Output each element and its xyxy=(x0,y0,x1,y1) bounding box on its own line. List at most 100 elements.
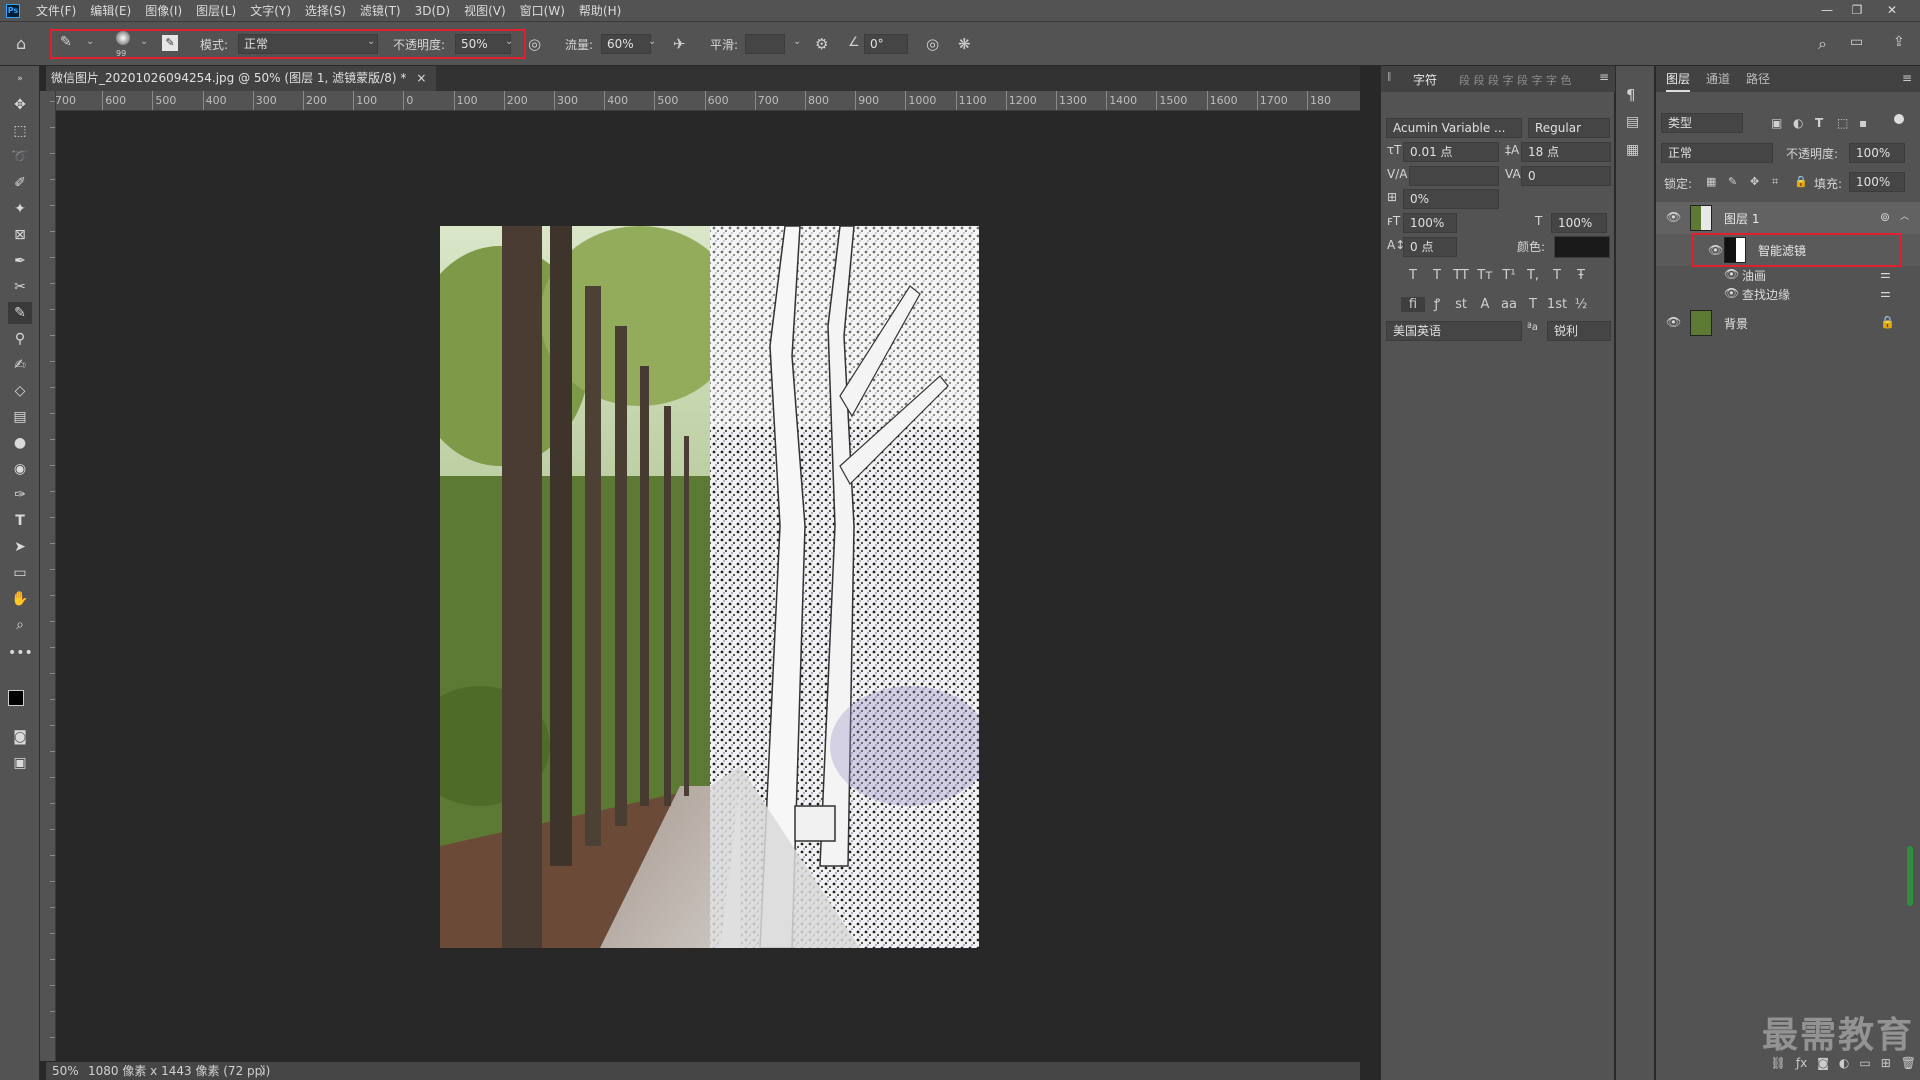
link-layers-icon[interactable]: ⛓ xyxy=(1771,1056,1786,1076)
smoothing-input[interactable] xyxy=(745,34,785,54)
menu-window[interactable]: 窗口(W) xyxy=(513,2,572,19)
eye-icon[interactable]: 👁 xyxy=(1666,210,1681,224)
baseline-shift-input[interactable]: 0 点 xyxy=(1403,237,1457,257)
paragraph-icon[interactable]: ¶ xyxy=(1626,86,1636,104)
eye-icon[interactable]: 👁 xyxy=(1666,315,1681,329)
kerning-input[interactable] xyxy=(1409,166,1499,186)
stylistic-alternates-button[interactable]: st xyxy=(1449,297,1473,312)
filter-type-icon[interactable]: T xyxy=(1815,116,1823,130)
small-caps-button[interactable]: Tт xyxy=(1473,268,1497,283)
tsume-input[interactable]: 0% xyxy=(1403,189,1499,209)
titling-alternates-button[interactable]: aa xyxy=(1497,297,1521,312)
anti-alias-select[interactable]: 锐利 xyxy=(1547,321,1611,341)
new-group-icon[interactable]: ▭ xyxy=(1859,1056,1870,1076)
faux-italic-button[interactable]: T xyxy=(1425,268,1449,283)
chevron-up-icon[interactable]: ︿ xyxy=(1900,209,1909,222)
language-select[interactable]: 美国英语 xyxy=(1386,321,1522,341)
brush-tool-icon[interactable]: ✎ xyxy=(60,34,72,50)
filter-options-icon[interactable]: ⚌ xyxy=(1880,286,1891,300)
eyedropper-tool-icon[interactable]: ✒ xyxy=(8,250,32,272)
layer-row[interactable]: 👁 背景 🔒 xyxy=(1656,307,1920,339)
filter-row[interactable]: 👁 油画 ⚌ xyxy=(1656,266,1920,284)
menu-help[interactable]: 帮助(H) xyxy=(572,2,628,19)
quick-mask-icon[interactable]: ◙ xyxy=(8,726,32,748)
marquee-tool-icon[interactable]: ⬚ xyxy=(8,120,32,142)
zoom-tool-icon[interactable]: ⌕ xyxy=(8,614,32,636)
filter-pixel-icon[interactable]: ▣ xyxy=(1771,116,1782,130)
minimize-icon[interactable]: — xyxy=(1813,0,1841,21)
ornaments-button[interactable]: T xyxy=(1521,297,1545,312)
superscript-button[interactable]: T¹ xyxy=(1497,268,1521,283)
faux-bold-button[interactable]: T xyxy=(1401,268,1425,283)
lock-artboard-icon[interactable]: ⌗ xyxy=(1772,175,1778,189)
lock-all-icon[interactable]: 🔒 xyxy=(1794,175,1808,188)
blur-tool-icon[interactable]: ● xyxy=(8,432,32,454)
layer-name[interactable]: 图层 1 xyxy=(1724,210,1759,227)
stamp-tool-icon[interactable]: ⚲ xyxy=(8,328,32,350)
document-tab[interactable]: 微信图片_20201026094254.jpg @ 50% (图层 1, 滤镜蒙… xyxy=(46,66,437,91)
layer-kind-filter[interactable]: 类型 xyxy=(1661,113,1743,133)
history-brush-tool-icon[interactable]: ✍ xyxy=(8,354,32,376)
eraser-tool-icon[interactable]: ◇ xyxy=(8,380,32,402)
leading-input[interactable]: 18 点 xyxy=(1521,142,1611,162)
share-icon[interactable]: ⇪ xyxy=(1893,34,1905,50)
filter-name[interactable]: 查找边缘 xyxy=(1742,286,1790,303)
search-icon[interactable]: ⌕ xyxy=(1818,34,1827,54)
tracking-input[interactable]: 0 xyxy=(1521,166,1611,186)
scrollbar-thumb[interactable] xyxy=(1907,846,1913,906)
chevron-down-icon[interactable]: ⌄ xyxy=(367,36,375,47)
document-image[interactable] xyxy=(440,226,979,948)
status-menu-arrow[interactable]: 〉 xyxy=(260,1062,272,1080)
menu-image[interactable]: 图像(I) xyxy=(138,2,189,19)
lock-position-icon[interactable]: ✥ xyxy=(1750,175,1759,188)
workspace-icon[interactable]: ▭ xyxy=(1850,34,1863,50)
layer-opacity-input[interactable]: 100% xyxy=(1849,143,1905,163)
menu-edit[interactable]: 编辑(E) xyxy=(83,2,138,19)
panel-menu-icon[interactable]: ≡ xyxy=(1599,70,1609,84)
pressure-size-icon[interactable]: ◎ xyxy=(926,35,939,53)
ligatures-button[interactable]: fi xyxy=(1401,297,1425,312)
brush-preset-icon[interactable] xyxy=(116,31,130,45)
opacity-input[interactable]: 50% xyxy=(455,34,511,54)
filter-adjustment-icon[interactable]: ◐ xyxy=(1793,116,1803,130)
hand-tool-icon[interactable]: ✋ xyxy=(8,588,32,610)
strikethrough-button[interactable]: Ŧ xyxy=(1569,268,1593,283)
character-styles-icon[interactable]: ▤ xyxy=(1626,114,1639,130)
new-layer-icon[interactable]: ⊞ xyxy=(1881,1056,1891,1076)
mode-select[interactable]: 正常 xyxy=(238,34,378,54)
paragraph-styles-icon[interactable]: ▦ xyxy=(1626,142,1639,158)
filter-shape-icon[interactable]: ⬚ xyxy=(1837,116,1848,130)
filter-toggle-icon[interactable] xyxy=(1894,114,1904,124)
tab-channels[interactable]: 通道 xyxy=(1706,66,1730,92)
swash-button[interactable]: A xyxy=(1473,297,1497,312)
eye-icon[interactable]: 👁 xyxy=(1708,243,1723,257)
fractions-button[interactable]: ½ xyxy=(1569,297,1593,312)
adjustment-layer-icon[interactable]: ◐ xyxy=(1839,1056,1849,1076)
close-window-icon[interactable]: ✕ xyxy=(1878,0,1906,21)
all-caps-button[interactable]: TT xyxy=(1449,268,1473,283)
menu-file[interactable]: 文件(F) xyxy=(29,2,83,19)
fill-input[interactable]: 100% xyxy=(1849,172,1905,192)
vertical-scale-input[interactable]: 100% xyxy=(1403,213,1457,233)
quick-select-tool-icon[interactable]: ✐ xyxy=(8,172,32,194)
discretionary-ligatures-button[interactable]: ꝭ xyxy=(1425,294,1449,312)
gradient-tool-icon[interactable]: ▤ xyxy=(8,406,32,428)
tab-other-panels[interactable]: 段 段 段 字 段 字 字 色 xyxy=(1459,72,1571,88)
add-mask-icon[interactable]: ◙ xyxy=(1817,1056,1829,1076)
more-tools-icon[interactable]: ••• xyxy=(8,642,33,664)
chevron-down-icon[interactable]: ⌄ xyxy=(793,36,801,47)
panel-menu-icon[interactable]: ≡ xyxy=(1902,71,1912,85)
fx-icon[interactable]: ƒx xyxy=(1796,1056,1807,1076)
blend-mode-select[interactable]: 正常 xyxy=(1661,143,1773,163)
rectangle-tool-icon[interactable]: ▭ xyxy=(8,562,32,584)
horizontal-scale-input[interactable]: 100% xyxy=(1551,213,1607,233)
brush-tool-icon[interactable]: ✎ xyxy=(8,302,32,324)
type-tool-icon[interactable]: T xyxy=(8,510,32,532)
brush-settings-icon[interactable]: ✎ xyxy=(162,35,178,51)
canvas-area[interactable] xyxy=(57,112,1360,1062)
chevron-down-icon[interactable]: ⌄ xyxy=(140,36,148,47)
menu-view[interactable]: 视图(V) xyxy=(457,2,513,19)
close-tab-icon[interactable]: × xyxy=(416,66,426,91)
airbrush-icon[interactable]: ✈ xyxy=(673,35,686,53)
menu-select[interactable]: 选择(S) xyxy=(298,2,353,19)
